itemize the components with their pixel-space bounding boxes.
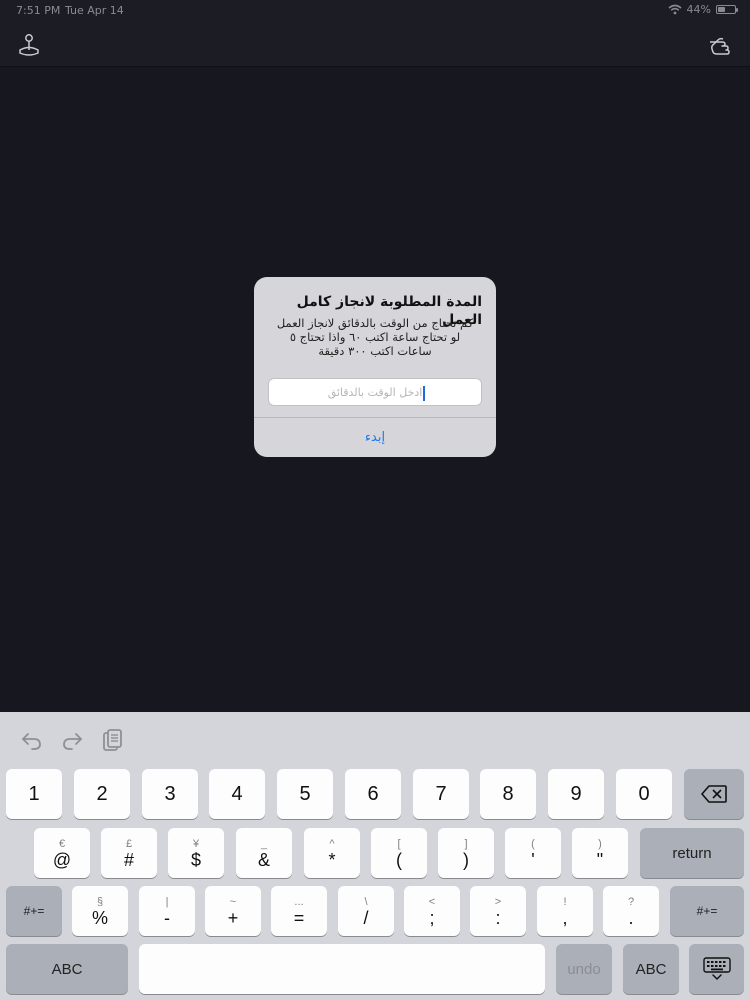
minutes-input-field[interactable]: [268, 378, 482, 406]
undo-arrow-icon[interactable]: [20, 728, 44, 752]
key-hash[interactable]: £ #: [101, 828, 157, 878]
key-2[interactable]: 2: [74, 769, 130, 819]
alert-message: كم تحتاج من الوقت بالدقائق لانجاز العمل …: [276, 316, 474, 358]
key-4[interactable]: 4: [209, 769, 265, 819]
text-cursor: [423, 386, 425, 401]
key-comma[interactable]: !,: [537, 886, 593, 936]
status-date: Tue Apr 14: [65, 4, 124, 17]
status-bar: 7:51 PM Tue Apr 14 44%: [0, 0, 750, 22]
key-open-paren[interactable]: [(: [371, 828, 427, 878]
start-button[interactable]: إبدء: [254, 418, 496, 457]
keyboard: 1 2 3 4 5 6 7 8 9 0 € @ £ # ¥ $ _ & ^ * [( ])…: [0, 712, 750, 1000]
status-right: 44%: [668, 3, 738, 16]
key-dollar[interactable]: ¥ $: [168, 828, 224, 878]
key-9[interactable]: 9: [548, 769, 604, 819]
return-key[interactable]: return: [640, 828, 744, 878]
abc-right-key[interactable]: ABC: [623, 944, 679, 994]
key-colon[interactable]: >:: [470, 886, 526, 936]
key-percent[interactable]: §%: [72, 886, 128, 936]
minutes-input[interactable]: [269, 379, 481, 405]
wifi-icon: [668, 4, 682, 15]
key-apostrophe[interactable]: (': [505, 828, 561, 878]
key-close-paren[interactable]: ]): [438, 828, 494, 878]
navigation-bar: [0, 22, 750, 67]
battery-icon: [716, 5, 738, 14]
undo-key[interactable]: undo: [556, 944, 612, 994]
joystick-icon[interactable]: [16, 32, 42, 58]
key-8[interactable]: 8: [480, 769, 536, 819]
key-semicolon[interactable]: <;: [404, 886, 460, 936]
key-6[interactable]: 6: [345, 769, 401, 819]
status-time: 7:51 PM: [16, 4, 61, 17]
space-key[interactable]: [139, 944, 545, 994]
shift-symbols-right-key[interactable]: #+=: [670, 886, 744, 936]
key-equals[interactable]: ... =: [271, 886, 327, 936]
dismiss-keyboard-key[interactable]: [689, 944, 744, 994]
backspace-icon: [701, 785, 727, 803]
key-plus[interactable]: ~ +: [205, 886, 261, 936]
key-at[interactable]: € @: [34, 828, 90, 878]
delete-key[interactable]: [684, 769, 744, 819]
key-asterisk[interactable]: ^ *: [304, 828, 360, 878]
key-slash[interactable]: \ /: [338, 886, 394, 936]
clipboard-paste-icon[interactable]: [100, 728, 124, 752]
key-minus[interactable]: | -: [139, 886, 195, 936]
key-ampersand[interactable]: _ &: [236, 828, 292, 878]
shift-symbols-left-key[interactable]: #+=: [6, 886, 62, 936]
key-1[interactable]: 1: [6, 769, 62, 819]
key-7[interactable]: 7: [413, 769, 469, 819]
key-quote[interactable]: ) ": [572, 828, 628, 878]
key-5[interactable]: 5: [277, 769, 333, 819]
abc-left-key[interactable]: ABC: [6, 944, 128, 994]
key-period[interactable]: ?.: [603, 886, 659, 936]
redo-arrow-icon[interactable]: [60, 728, 84, 752]
key-3[interactable]: 3: [142, 769, 198, 819]
key-0[interactable]: 0: [616, 769, 672, 819]
battery-percent: 44%: [686, 3, 711, 16]
keyboard-dismiss-icon: [702, 957, 731, 980]
pointing-hand-icon[interactable]: [708, 32, 734, 58]
alert-dialog: المدة المطلوبة لانجاز كامل العمل كم تحتا…: [254, 277, 496, 457]
